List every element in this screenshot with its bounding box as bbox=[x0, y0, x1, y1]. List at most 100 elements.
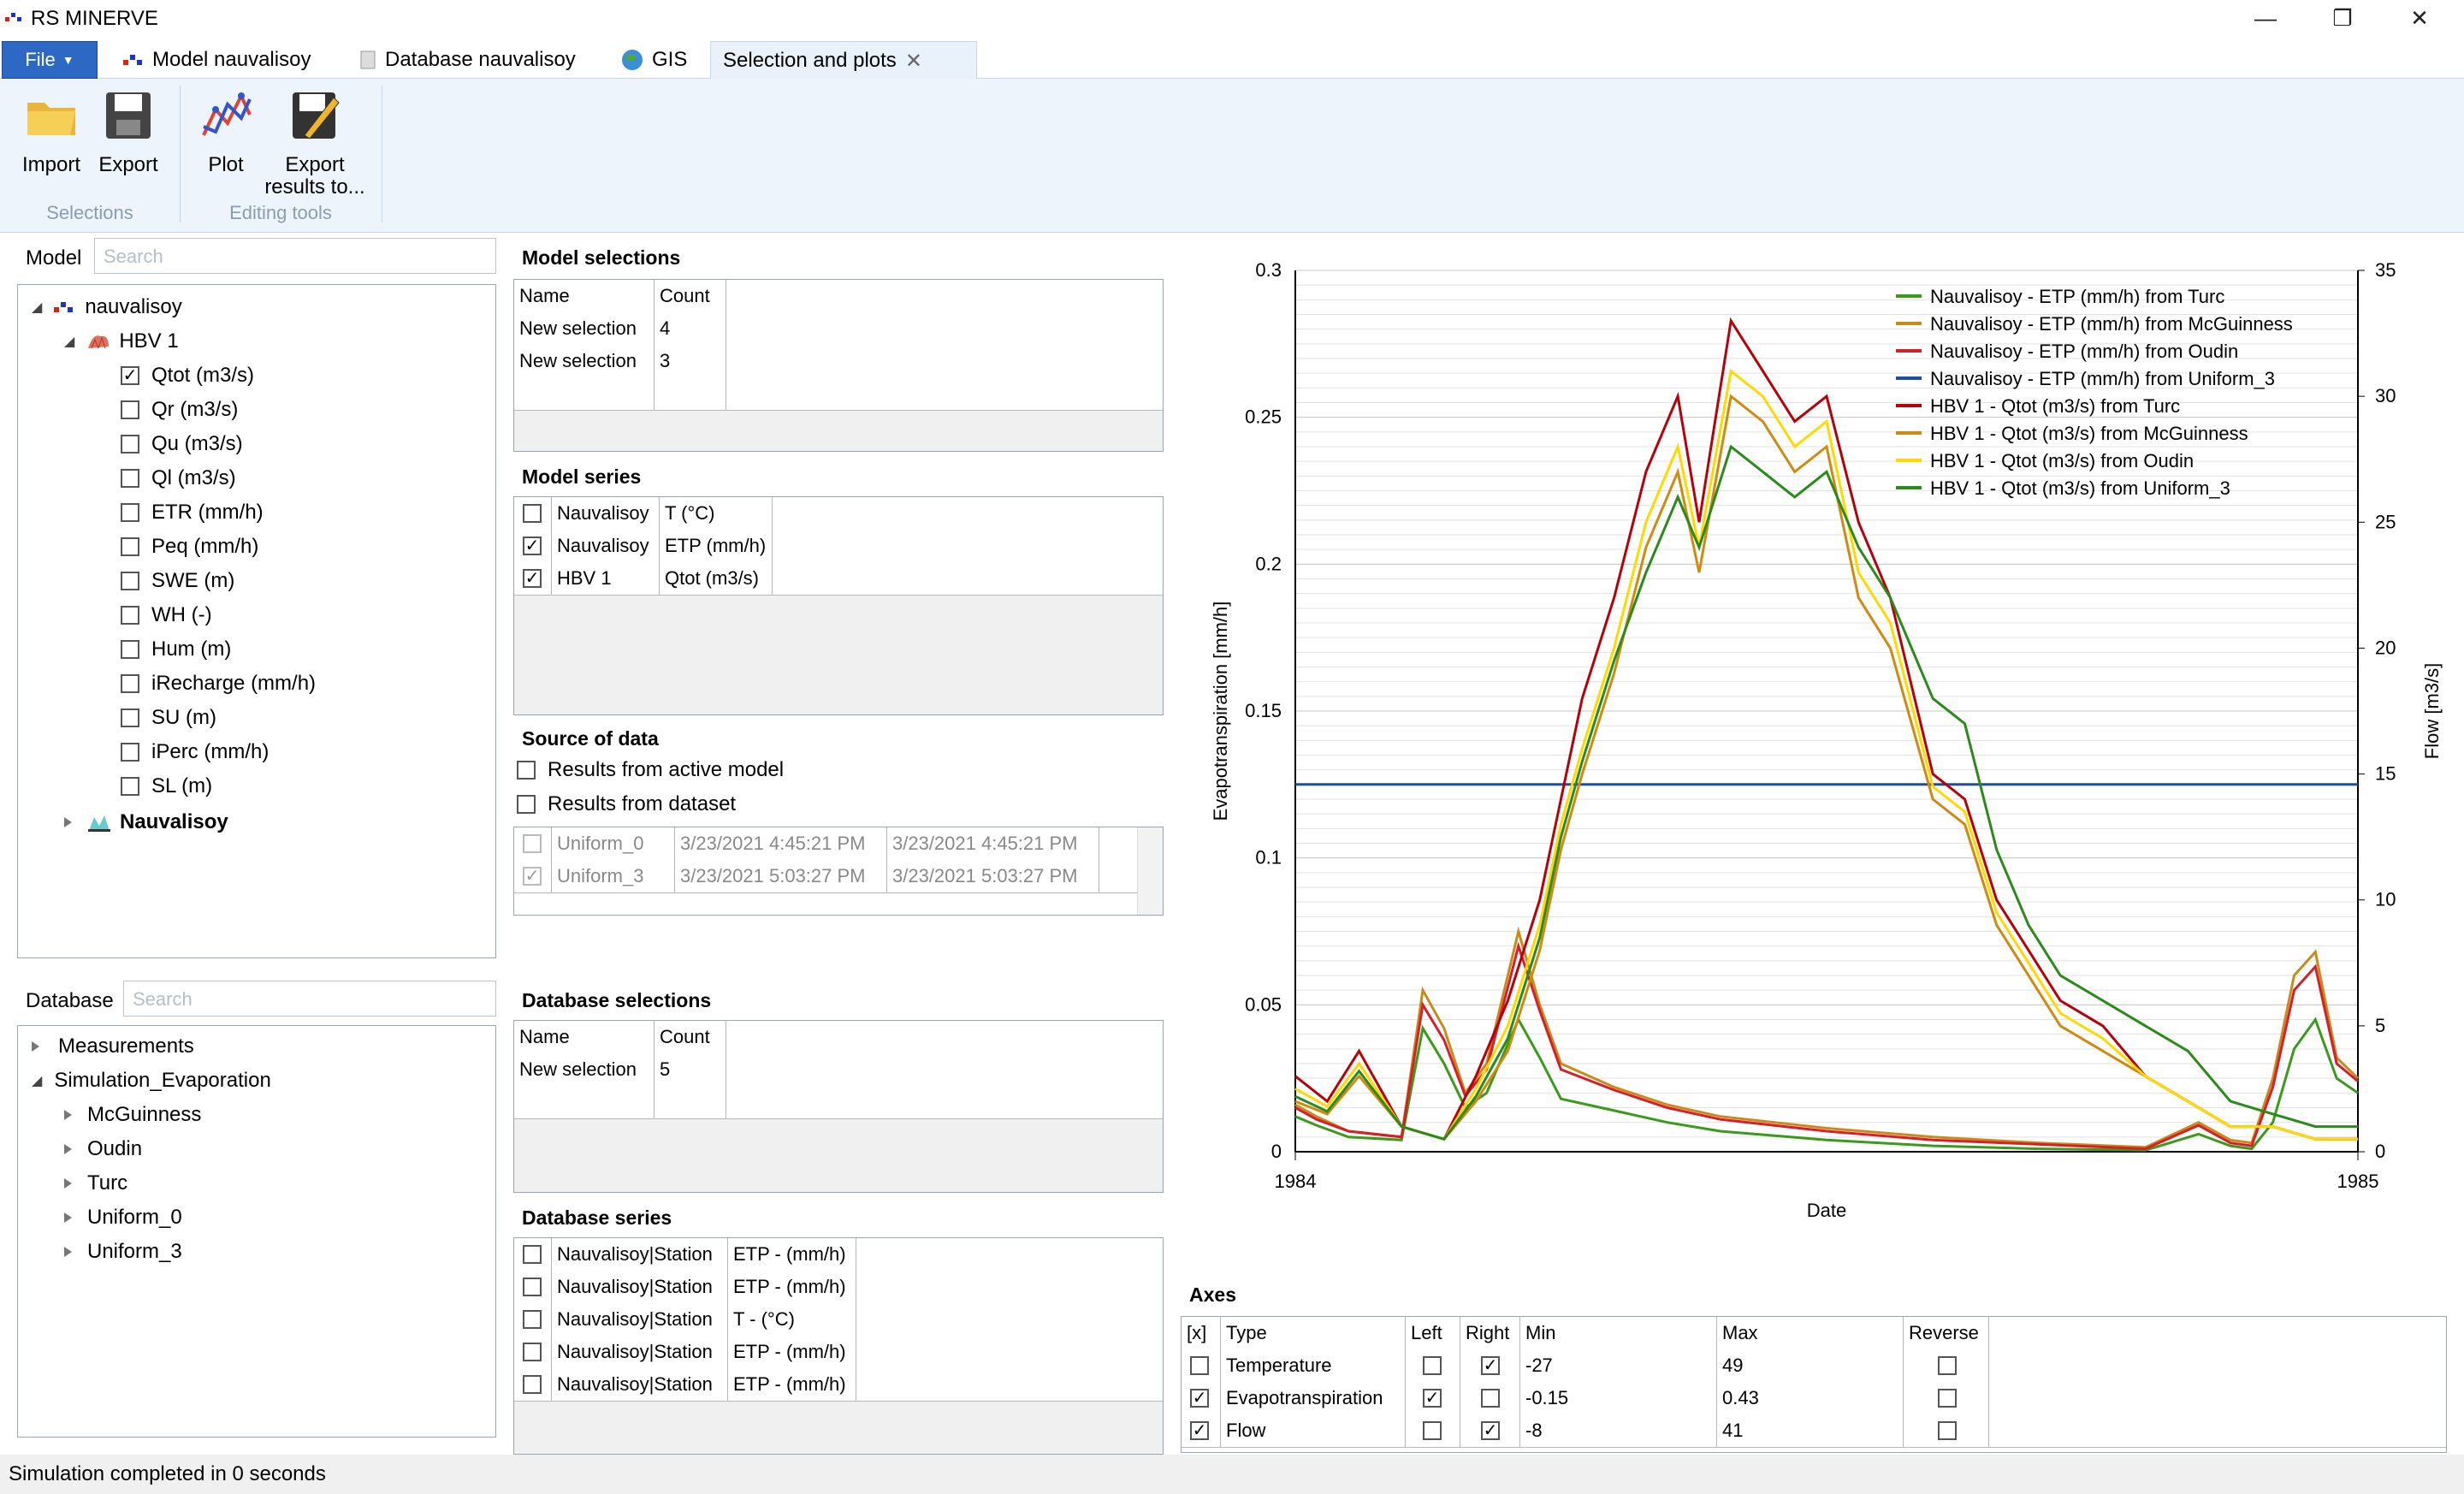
cell-name[interactable]: Nauvalisoy bbox=[552, 497, 660, 530]
series-checkbox[interactable] bbox=[523, 1278, 542, 1296]
cell-x[interactable] bbox=[1182, 1349, 1221, 1382]
cell-name[interactable]: Uniform_3 bbox=[552, 860, 675, 892]
cell-start[interactable]: 3/23/2021 5:03:27 PM bbox=[675, 860, 887, 892]
cell-x[interactable]: ✓ bbox=[1182, 1382, 1221, 1414]
cell-left[interactable] bbox=[1406, 1349, 1460, 1382]
table-row[interactable]: Nauvalisoy|Station ETP - (mm/h) bbox=[514, 1271, 1163, 1304]
cell-count[interactable] bbox=[654, 1086, 726, 1118]
series-checkbox[interactable]: ✓ bbox=[523, 537, 542, 555]
col-name-header[interactable]: Name bbox=[514, 1021, 654, 1053]
tab-model[interactable]: Model nauvalisoy bbox=[111, 41, 323, 79]
expand-icon[interactable] bbox=[64, 1144, 72, 1154]
tree-node-dataset[interactable]: Uniform_3 bbox=[64, 1236, 182, 1267]
cell-max[interactable]: 41 bbox=[1717, 1414, 1904, 1447]
cell-check[interactable] bbox=[514, 497, 552, 530]
tree-item-variable[interactable]: SWE (m) bbox=[121, 566, 234, 596]
expand-icon[interactable] bbox=[64, 1110, 72, 1120]
chart[interactable]: 0 0.05 0.1 0.15 0.2 0.25 0.3 0 5 10 15 20 25 30 35 1984… bbox=[1198, 245, 2455, 1272]
cell-name[interactable]: HBV 1 bbox=[552, 562, 660, 595]
col-header[interactable]: Right bbox=[1460, 1317, 1520, 1349]
series-checkbox[interactable] bbox=[523, 1310, 542, 1329]
axis-reverse-checkbox[interactable] bbox=[1938, 1356, 1957, 1375]
minimize-button[interactable]: — bbox=[2240, 2, 2291, 34]
col-header[interactable]: Reverse bbox=[1904, 1317, 1989, 1349]
tree-item-variable[interactable]: ETR (mm/h) bbox=[121, 497, 264, 528]
cell-series[interactable]: ETP - (mm/h) bbox=[728, 1336, 856, 1368]
col-count-header[interactable]: Count bbox=[654, 280, 726, 312]
cell-name[interactable]: Nauvalisoy|Station bbox=[552, 1271, 728, 1303]
tree-node-dataset[interactable]: Turc bbox=[64, 1168, 127, 1199]
tree-item-variable[interactable]: iRecharge (mm/h) bbox=[121, 668, 316, 699]
plot-area[interactable]: 0 0.05 0.1 0.15 0.2 0.25 0.3 0 5 10 15 20 25 30 35 1984… bbox=[1198, 245, 2455, 1272]
cell-name[interactable]: Uniform_0 bbox=[552, 827, 675, 860]
expand-icon[interactable] bbox=[64, 1247, 72, 1257]
col-header[interactable]: Left bbox=[1406, 1317, 1460, 1349]
table-row[interactable]: Nauvalisoy|Station T - (°C) bbox=[514, 1303, 1163, 1337]
col-name-header[interactable]: Name bbox=[514, 280, 654, 312]
cell-name[interactable]: Nauvalisoy|Station bbox=[552, 1238, 728, 1271]
collapse-icon[interactable]: ◢ bbox=[32, 299, 42, 316]
tree-node-dataset[interactable]: Oudin bbox=[64, 1134, 142, 1165]
dataset-checkbox[interactable] bbox=[523, 834, 542, 853]
cell-reverse[interactable] bbox=[1904, 1349, 1989, 1382]
cell-check[interactable] bbox=[514, 1271, 552, 1303]
cell-min[interactable]: -27 bbox=[1520, 1349, 1717, 1382]
axis-enabled-checkbox[interactable]: ✓ bbox=[1190, 1421, 1209, 1440]
expand-icon[interactable] bbox=[64, 1212, 72, 1223]
close-window-button[interactable]: ✕ bbox=[2394, 2, 2445, 34]
table-row[interactable]: Uniform_0 3/23/2021 4:45:21 PM 3/23/2021 4… bbox=[514, 827, 1163, 861]
tree-item-variable[interactable]: Hum (m) bbox=[121, 634, 231, 665]
tree-item-checkbox[interactable] bbox=[121, 708, 139, 727]
cell-name[interactable]: New selection bbox=[514, 345, 654, 377]
cell-series[interactable]: ETP - (mm/h) bbox=[728, 1271, 856, 1303]
expand-icon[interactable] bbox=[32, 1041, 39, 1052]
cell-name[interactable] bbox=[514, 377, 654, 410]
cell-left[interactable] bbox=[1406, 1414, 1460, 1447]
cell-check[interactable]: ✓ bbox=[514, 860, 552, 892]
cell-check[interactable] bbox=[514, 1303, 552, 1336]
tree-root-nauvalisoy[interactable]: ◢ nauvalisoy bbox=[32, 292, 182, 323]
col-header[interactable]: [x] bbox=[1182, 1317, 1221, 1349]
table-row[interactable]: ✓ Flow ✓ -8 41 bbox=[1182, 1414, 2446, 1448]
axis-enabled-checkbox[interactable]: ✓ bbox=[1190, 1389, 1209, 1408]
tree-item-variable[interactable]: Qr (m3/s) bbox=[121, 394, 238, 425]
cell-series[interactable]: ETP - (mm/h) bbox=[728, 1368, 856, 1401]
series-checkbox[interactable]: ✓ bbox=[523, 569, 542, 588]
cell-name[interactable]: New selection bbox=[514, 1053, 654, 1086]
tree-node-simulation-evaporation[interactable]: ◢ Simulation_Evaporation bbox=[32, 1065, 271, 1096]
cell-name[interactable]: Nauvalisoy|Station bbox=[552, 1336, 728, 1368]
database-search-input[interactable]: Search bbox=[123, 981, 496, 1017]
tree-item-checkbox[interactable] bbox=[121, 572, 139, 590]
radio-active-model[interactable]: Results from active model bbox=[517, 758, 784, 782]
cell-name[interactable]: New selection bbox=[514, 312, 654, 345]
table-row[interactable]: ✓ Evapotranspiration ✓ -0.15 0.43 bbox=[1182, 1382, 2446, 1415]
tree-node-hbv1[interactable]: ◢ HBV 1 bbox=[64, 326, 179, 357]
cell-count[interactable]: 3 bbox=[654, 345, 726, 377]
plot-button[interactable]: Plot bbox=[190, 89, 262, 176]
tree-item-checkbox[interactable] bbox=[121, 537, 139, 556]
axis-right-checkbox[interactable]: ✓ bbox=[1481, 1421, 1500, 1440]
axis-left-checkbox[interactable]: ✓ bbox=[1423, 1389, 1442, 1408]
cell-name[interactable]: Nauvalisoy|Station bbox=[552, 1368, 728, 1401]
cell-end[interactable]: 3/23/2021 5:03:27 PM bbox=[887, 860, 1099, 892]
tab-selection-and-plots[interactable]: Selection and plots ✕ bbox=[710, 41, 977, 80]
tree-item-variable[interactable]: ✓ Qtot (m3/s) bbox=[121, 360, 254, 391]
grid-scrollbar[interactable] bbox=[1137, 827, 1163, 915]
series-checkbox[interactable] bbox=[523, 1375, 542, 1394]
tree-item-variable[interactable]: Qu (m3/s) bbox=[121, 429, 243, 459]
tab-gis[interactable]: GIS bbox=[609, 41, 699, 79]
cell-name[interactable]: Nauvalisoy|Station bbox=[552, 1303, 728, 1336]
tree-item-checkbox[interactable] bbox=[121, 435, 139, 454]
axis-right-checkbox[interactable] bbox=[1481, 1389, 1500, 1408]
cell-right[interactable]: ✓ bbox=[1460, 1349, 1520, 1382]
table-row[interactable]: New selection 5 bbox=[514, 1053, 1163, 1087]
tree-node-station[interactable]: Nauvalisoy bbox=[64, 807, 228, 838]
cell-min[interactable]: -0.15 bbox=[1520, 1382, 1717, 1414]
axis-right-checkbox[interactable]: ✓ bbox=[1481, 1356, 1500, 1375]
table-row[interactable]: New selection 3 bbox=[514, 345, 1163, 378]
export-button[interactable]: Export bbox=[92, 89, 164, 176]
table-row[interactable]: ✓ Uniform_3 3/23/2021 5:03:27 PM 3/23/2021 … bbox=[514, 860, 1163, 893]
tree-item-checkbox[interactable] bbox=[121, 606, 139, 625]
expand-icon[interactable] bbox=[64, 1178, 72, 1189]
series-checkbox[interactable] bbox=[523, 504, 542, 523]
